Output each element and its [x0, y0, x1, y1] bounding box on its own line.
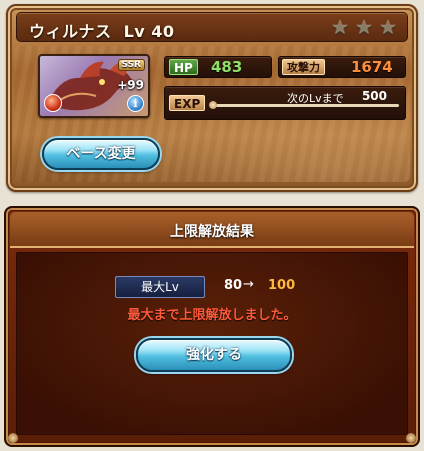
- exp-label: EXP: [169, 95, 206, 111]
- max-level-label: 最大Lv: [115, 276, 205, 298]
- character-level: Lv 40: [123, 22, 175, 41]
- character-title-bar: ウィルナス Lv 40 ★ ★ ★: [16, 12, 408, 42]
- hp-value: 483: [211, 58, 243, 76]
- star-icon: ★: [355, 15, 373, 39]
- exp-progress-knob: [209, 101, 217, 109]
- star-icon: ★: [379, 15, 397, 39]
- character-card: ウィルナス Lv 40 ★ ★ ★ SSR +99 i HP 483 攻撃力 1…: [6, 4, 418, 192]
- exp-stat: EXP 次のLvまで 500: [164, 86, 406, 120]
- ssr-badge: SSR: [117, 59, 145, 71]
- character-name-level: ウィルナス Lv 40: [29, 18, 175, 42]
- panel-header: 上限解放結果: [10, 212, 414, 248]
- info-icon[interactable]: i: [127, 95, 144, 112]
- plus-badge: +99: [117, 78, 144, 92]
- exp-progress-fill: [213, 104, 399, 107]
- level-arrow: →: [243, 277, 254, 292]
- change-base-button[interactable]: ベース変更: [42, 138, 160, 170]
- panel-title: 上限解放結果: [170, 224, 254, 240]
- level-from: 80: [224, 278, 243, 293]
- attack-stat: 攻撃力 1674: [278, 56, 406, 78]
- result-message: 最大まで上限解放しました。: [127, 308, 297, 323]
- upgrade-button[interactable]: 強化する: [136, 338, 292, 372]
- exp-progress-track: [213, 104, 399, 107]
- rarity-stars: ★ ★ ★: [329, 16, 399, 38]
- corner-ornament: [406, 433, 416, 443]
- star-icon: ★: [331, 15, 349, 39]
- attack-label: 攻撃力: [282, 59, 325, 75]
- next-level-value: 500: [361, 89, 387, 103]
- level-to: 100: [268, 278, 296, 293]
- attack-value: 1674: [351, 58, 393, 76]
- limit-break-result-panel: 上限解放結果 最大Lv 80 → 100 最大まで上限解放しました。 強化する: [4, 206, 420, 447]
- corner-ornament: [8, 433, 18, 443]
- character-portrait[interactable]: SSR +99 i: [38, 54, 150, 118]
- hp-stat: HP 483: [164, 56, 272, 78]
- hp-label: HP: [169, 59, 198, 75]
- character-name: ウィルナス: [29, 22, 112, 41]
- fire-element-icon: [44, 94, 62, 112]
